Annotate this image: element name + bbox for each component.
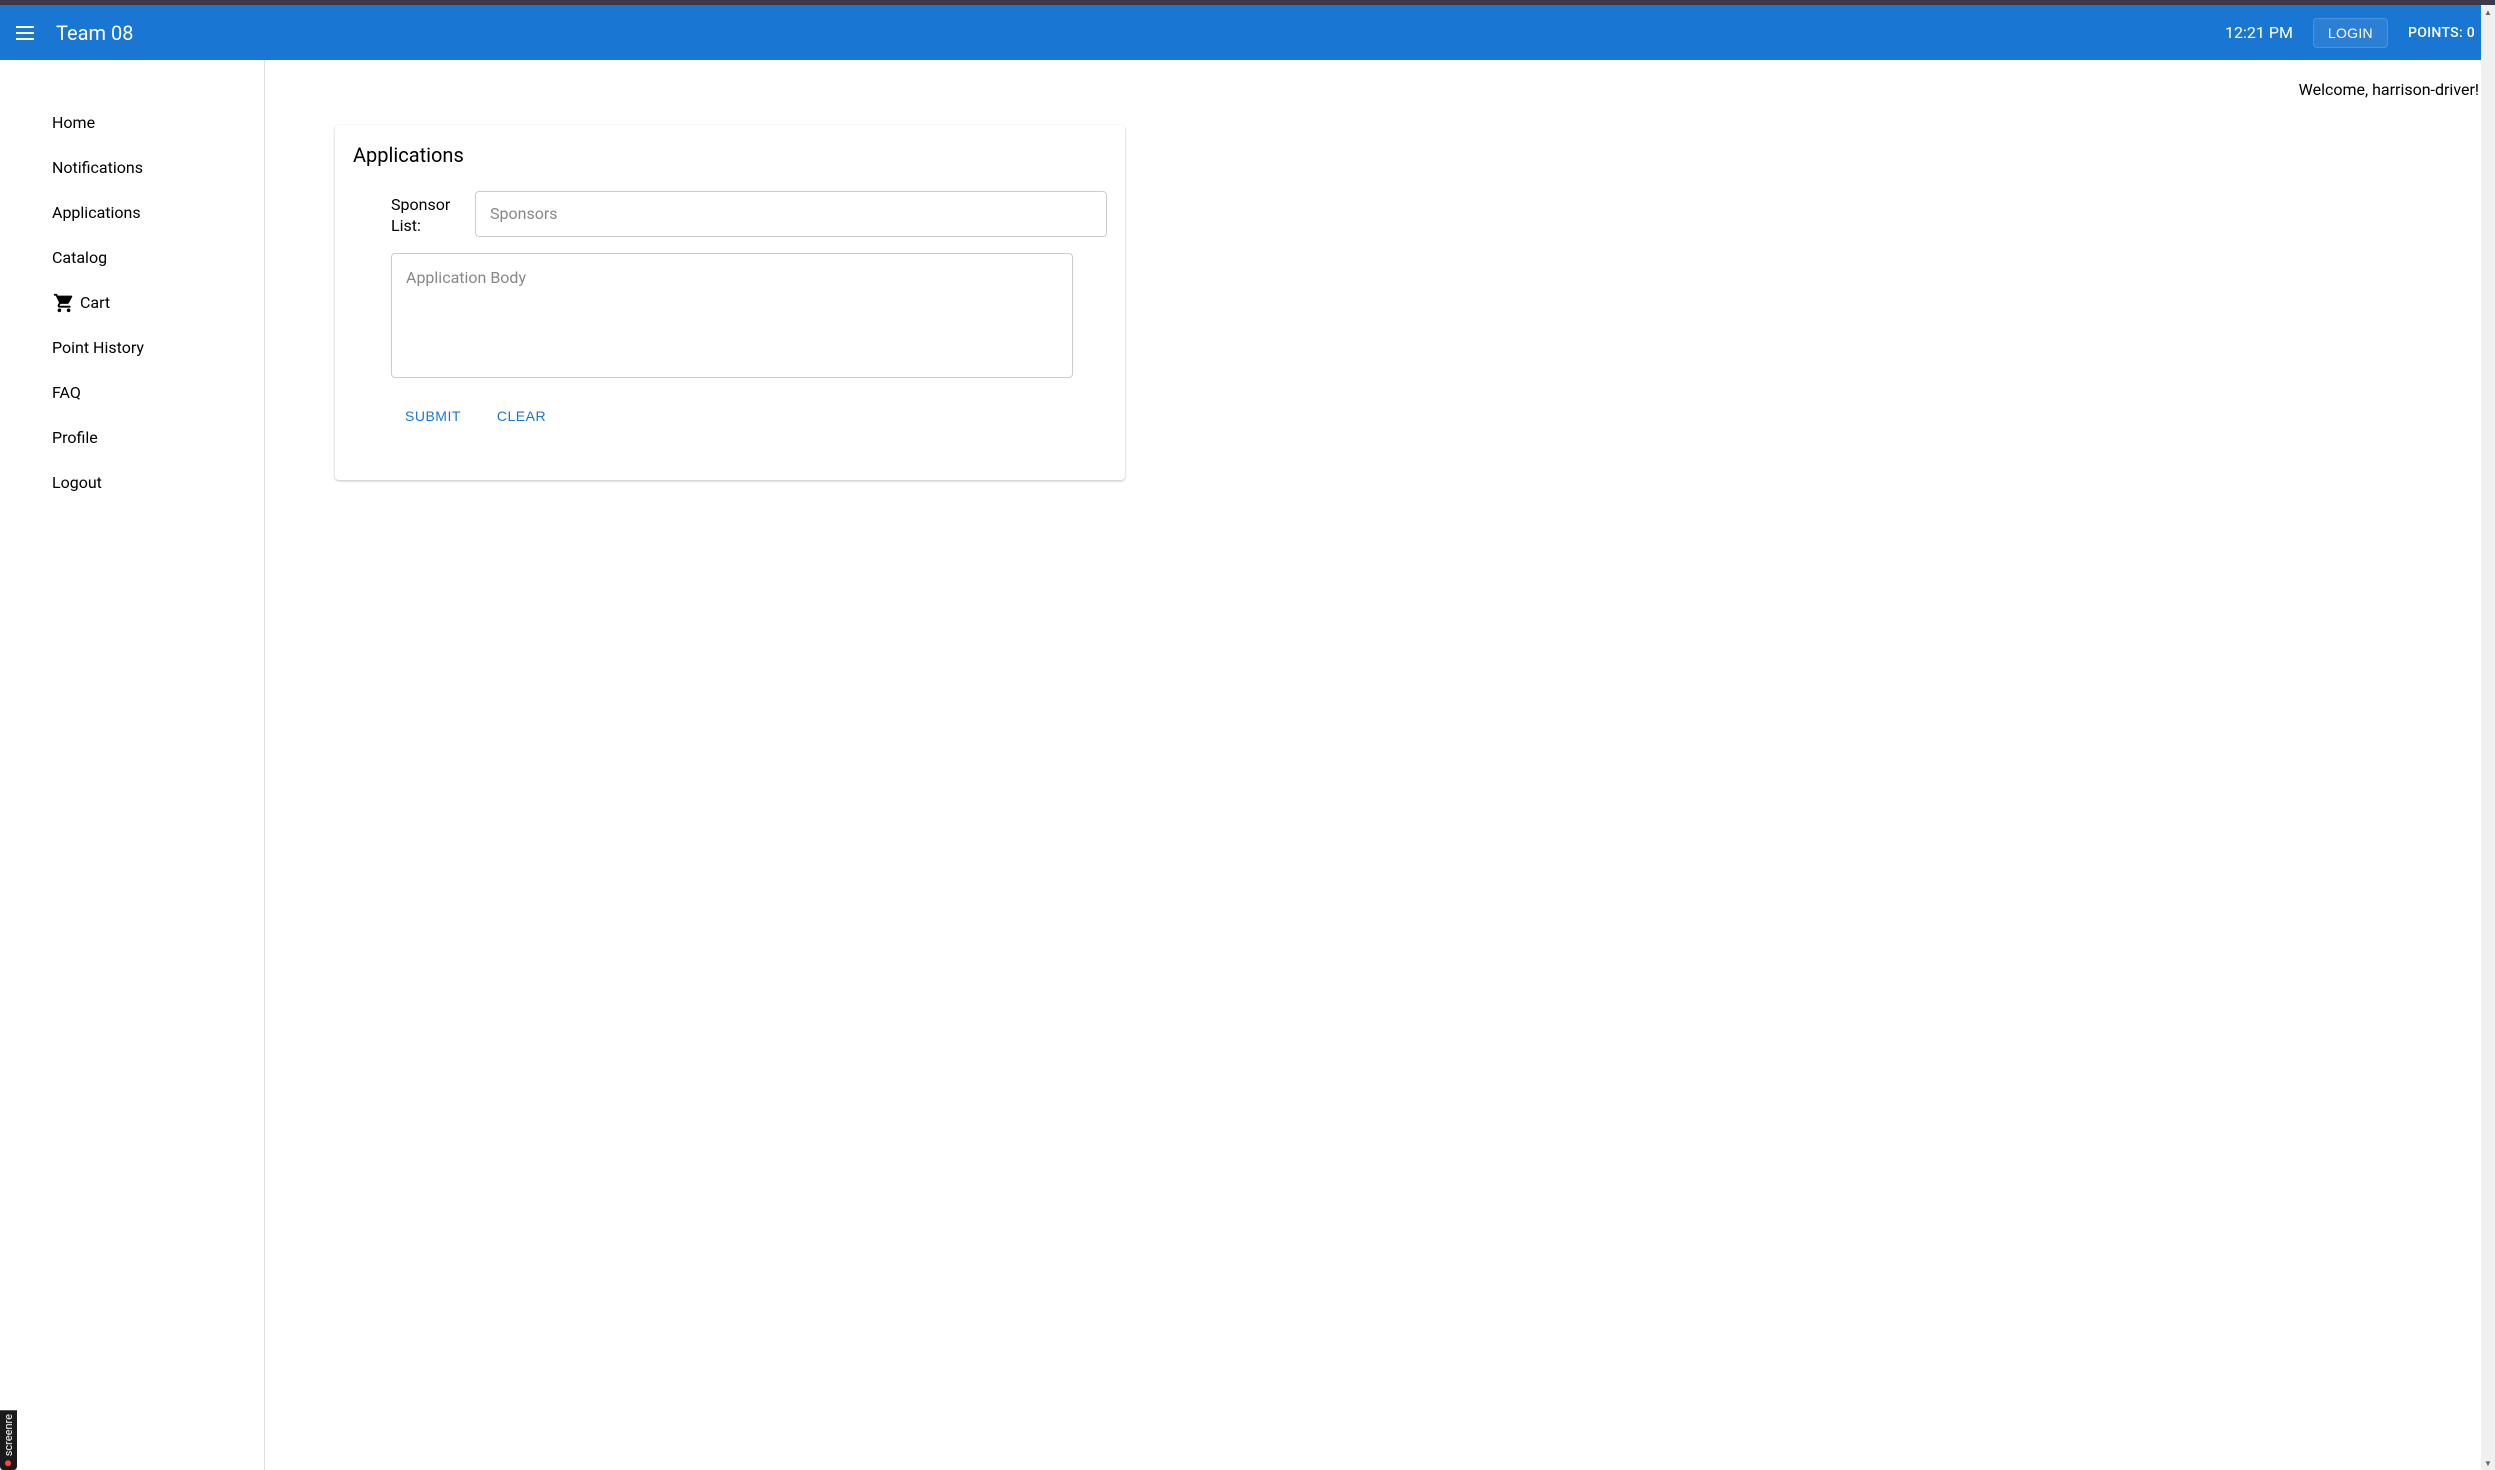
sidebar-item-logout[interactable]: Logout bbox=[0, 460, 264, 505]
login-button[interactable]: LOGIN bbox=[2313, 18, 2388, 48]
sidebar-item-label: FAQ bbox=[52, 383, 81, 402]
sidebar-item-label: Cart bbox=[80, 293, 110, 312]
sidebar-item-label: Applications bbox=[52, 203, 141, 222]
cart-icon bbox=[52, 291, 76, 315]
sponsor-select[interactable]: Sponsors bbox=[475, 191, 1107, 237]
card-title: Applications bbox=[353, 143, 1107, 167]
submit-button[interactable]: SUBMIT bbox=[397, 402, 469, 430]
sidebar-item-label: Home bbox=[52, 113, 95, 132]
sidebar-item-label: Notifications bbox=[52, 158, 143, 177]
screen-recording-badge[interactable]: screenre bbox=[0, 1410, 17, 1470]
sidebar-item-point-history[interactable]: Point History bbox=[0, 325, 264, 370]
sidebar-item-applications[interactable]: Applications bbox=[0, 190, 264, 235]
main-content: Welcome, harrison-driver! Applications S… bbox=[265, 60, 2495, 1470]
sidebar-item-notifications[interactable]: Notifications bbox=[0, 145, 264, 190]
app-title: Team 08 bbox=[56, 21, 133, 45]
sidebar-item-home[interactable]: Home bbox=[0, 100, 264, 145]
sidebar-item-label: Point History bbox=[52, 338, 144, 357]
welcome-message: Welcome, harrison-driver! bbox=[2299, 80, 2479, 99]
scrollbar-up-icon[interactable]: ▲ bbox=[2481, 5, 2495, 19]
hamburger-menu-icon[interactable] bbox=[16, 21, 40, 45]
sidebar-item-label: Catalog bbox=[52, 248, 107, 267]
app-bar: Team 08 12:21 PM LOGIN POINTS: 0 bbox=[0, 5, 2495, 60]
sidebar-item-label: Logout bbox=[52, 473, 102, 492]
sidebar-item-catalog[interactable]: Catalog bbox=[0, 235, 264, 280]
sidebar-item-profile[interactable]: Profile bbox=[0, 415, 264, 460]
points-display: POINTS: 0 bbox=[2408, 25, 2475, 41]
clear-button[interactable]: CLEAR bbox=[489, 402, 554, 430]
scrollbar-down-icon[interactable]: ▼ bbox=[2481, 1456, 2495, 1470]
badge-label: screenre bbox=[2, 1414, 15, 1456]
sidebar-item-cart[interactable]: Cart bbox=[0, 280, 264, 325]
sidebar-item-label: Profile bbox=[52, 428, 98, 447]
sidebar-item-faq[interactable]: FAQ bbox=[0, 370, 264, 415]
sponsor-placeholder: Sponsors bbox=[490, 204, 558, 223]
record-dot-icon bbox=[6, 1460, 12, 1466]
sponsor-list-label: Sponsor List: bbox=[391, 191, 475, 237]
applications-card: Applications Sponsor List: Sponsors SUBM… bbox=[335, 125, 1125, 480]
vertical-scrollbar[interactable]: ▲ ▼ bbox=[2481, 5, 2495, 1470]
sidebar: Home Notifications Applications Catalog … bbox=[0, 60, 265, 1470]
time-display: 12:21 PM bbox=[2225, 23, 2293, 42]
application-body-textarea[interactable] bbox=[391, 253, 1073, 378]
